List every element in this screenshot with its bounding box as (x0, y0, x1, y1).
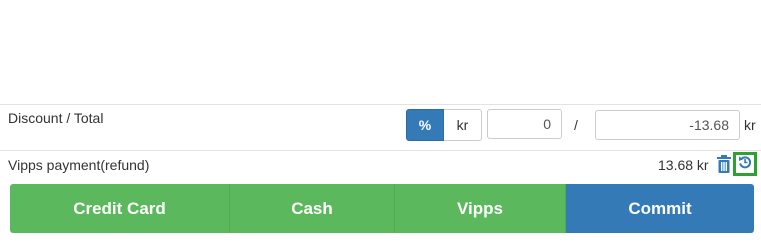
payment-amount: 13.68 kr (658, 157, 709, 173)
separator-slash: / (574, 117, 578, 133)
vipps-button[interactable]: Vipps (395, 184, 566, 233)
cash-button[interactable]: Cash (230, 184, 395, 233)
discount-type-toggle: % kr (406, 109, 482, 141)
payment-buttons: Credit Card Cash Vipps Commit (10, 184, 754, 233)
middle-divider (0, 150, 761, 151)
undo-icon (738, 155, 752, 174)
commit-button[interactable]: Commit (566, 184, 754, 233)
credit-card-button[interactable]: Credit Card (10, 184, 230, 233)
total-input[interactable] (595, 110, 740, 140)
trash-icon[interactable] (716, 155, 732, 173)
total-unit: kr (744, 117, 756, 133)
payment-label: Vipps payment(refund) (8, 157, 150, 173)
discount-total-label: Discount / Total (8, 110, 104, 126)
percent-toggle-button[interactable]: % (406, 109, 444, 141)
kr-toggle-button[interactable]: kr (444, 109, 482, 141)
discount-input[interactable] (487, 109, 562, 139)
top-divider (0, 104, 761, 105)
undo-button[interactable] (733, 152, 757, 176)
